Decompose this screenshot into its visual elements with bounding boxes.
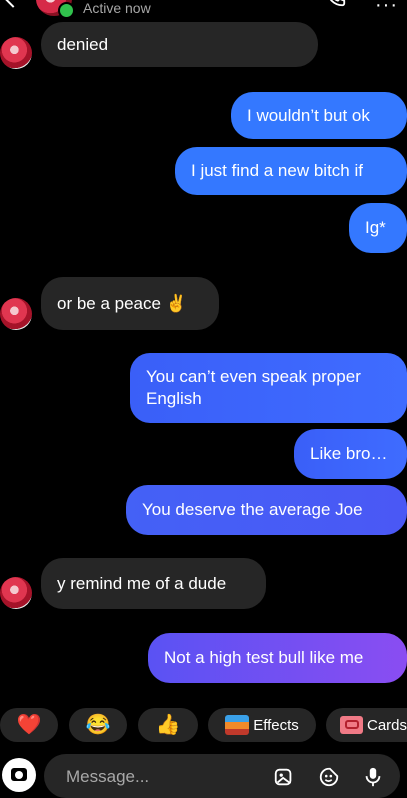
- message-text: You can’t even speak proper English: [146, 367, 361, 408]
- message-bubble-outgoing[interactable]: You can’t even speak proper English: [130, 353, 407, 423]
- effects-button[interactable]: Effects: [208, 708, 316, 742]
- microphone-icon[interactable]: [362, 766, 384, 788]
- message-bubble-incoming[interactable]: y remind me of a dude: [41, 558, 266, 609]
- reaction-heart-button[interactable]: ❤️: [0, 708, 58, 742]
- reaction-thumbs-up-button[interactable]: 👍: [138, 708, 198, 742]
- cards-button[interactable]: Cards: [326, 708, 407, 742]
- active-status-text: Active now: [83, 0, 151, 16]
- reaction-laugh-button[interactable]: 😂: [69, 708, 127, 742]
- message-text: y remind me of a dude: [57, 573, 227, 593]
- phone-icon[interactable]: [325, 0, 347, 8]
- cards-icon: [340, 716, 363, 734]
- thumbs-up-icon: 👍: [155, 714, 181, 736]
- message-text: denied: [57, 34, 109, 54]
- image-icon[interactable]: [273, 766, 295, 788]
- more-icon[interactable]: ···: [375, 0, 398, 17]
- message-bubble-outgoing[interactable]: Like bro…: [294, 429, 407, 479]
- message-text: I wouldn’t but ok: [247, 105, 370, 125]
- message-bubble-outgoing[interactable]: I just find a new bitch if: [175, 147, 407, 195]
- message-input[interactable]: [64, 765, 258, 789]
- laughing-emoji-icon: 😂: [85, 714, 111, 736]
- message-text: or be a peace ✌️: [57, 293, 187, 313]
- effects-icon: [225, 715, 250, 735]
- message-bubble-incoming[interactable]: or be a peace ✌️: [41, 277, 219, 330]
- message-bubble-incoming[interactable]: denied: [41, 22, 318, 67]
- sticker-icon[interactable]: [318, 766, 340, 788]
- message-text: Like bro…: [310, 444, 388, 463]
- sender-avatar: [0, 298, 32, 330]
- effects-label: Effects: [253, 716, 299, 734]
- message-text: You deserve the average Joe: [142, 500, 363, 519]
- message-text: I just find a new bitch if: [191, 161, 363, 180]
- message-text: Not a high test bull like me: [164, 648, 364, 667]
- message-bubble-outgoing[interactable]: I wouldn’t but ok: [231, 92, 407, 139]
- sender-avatar: [0, 577, 32, 609]
- heart-icon: ❤️: [16, 714, 42, 736]
- camera-icon[interactable]: [2, 758, 36, 792]
- sender-avatar: [0, 37, 32, 69]
- message-bubble-outgoing[interactable]: Ig*: [349, 203, 407, 253]
- message-bubble-outgoing[interactable]: You deserve the average Joe: [126, 485, 407, 535]
- cards-label: Cards: [366, 716, 407, 734]
- message-bubble-outgoing[interactable]: Not a high test bull like me: [148, 633, 407, 683]
- message-composer[interactable]: [44, 754, 400, 798]
- online-status-dot: [58, 2, 75, 19]
- message-text: Ig*: [365, 218, 386, 237]
- back-icon[interactable]: [0, 0, 26, 8]
